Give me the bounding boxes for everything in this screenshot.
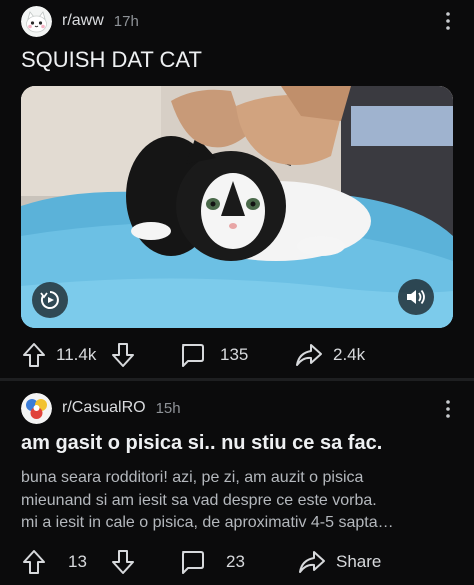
body-line: buna seara rodditori! azi, pe zi, am auz… (21, 469, 364, 486)
post-video[interactable] (21, 86, 453, 328)
upvote-count: 11.4k (56, 345, 97, 364)
post-header: r/aww 17h (21, 5, 139, 37)
arrow-down-icon[interactable] (110, 545, 136, 579)
post-age: 17h (113, 12, 139, 30)
post-actions: 11.4k 135 2.4k (0, 338, 474, 372)
upvote-count: 13 (68, 552, 87, 571)
post-title[interactable]: am gasit o pisica si.. nu stiu ce sa fac… (21, 432, 382, 455)
speaker-icon[interactable] (398, 279, 434, 315)
comment-count[interactable]: 135 (220, 345, 248, 365)
comment-bubble-icon[interactable] (178, 545, 206, 579)
subreddit-name[interactable]: r/aww (62, 12, 104, 30)
post-title[interactable]: SQUISH DAT CAT (21, 47, 202, 73)
more-options-icon[interactable] (438, 397, 458, 421)
arrow-up-icon[interactable] (21, 545, 47, 579)
subreddit-avatar[interactable] (21, 5, 52, 37)
comment-count[interactable]: 23 (226, 552, 245, 572)
comment-bubble-icon[interactable] (178, 338, 206, 372)
arrow-up-icon[interactable] (21, 338, 47, 372)
post-actions: 13 23 Share (0, 545, 474, 579)
share-count[interactable]: 2.4k (333, 345, 365, 365)
post-card-casualro[interactable]: r/CasualRO 15h am gasit o pisica si.. nu… (0, 381, 474, 585)
post-body-preview[interactable]: buna seara rodditori! azi, pe zi, am auz… (21, 467, 453, 535)
post-header: r/CasualRO 15h (21, 392, 181, 424)
post-card-aww[interactable]: r/aww 17h SQUISH DAT CAT 11.4k 135 2.4k (0, 0, 474, 378)
share-button-label[interactable]: Share (336, 552, 381, 572)
subreddit-avatar[interactable] (21, 392, 52, 424)
more-options-icon[interactable] (438, 9, 458, 33)
video-badge-icon (32, 282, 68, 318)
body-line: mieunand si am iesit sa vad despre ce es… (21, 491, 377, 509)
body-line: mi a iesit in cale o pisica, de aproxima… (21, 514, 394, 531)
cat-video-frame (21, 86, 453, 328)
share-arrow-icon[interactable] (298, 545, 326, 579)
post-age: 15h (155, 399, 181, 417)
share-arrow-icon[interactable] (295, 338, 323, 372)
subreddit-name[interactable]: r/CasualRO (62, 399, 146, 417)
arrow-down-icon[interactable] (110, 338, 136, 372)
